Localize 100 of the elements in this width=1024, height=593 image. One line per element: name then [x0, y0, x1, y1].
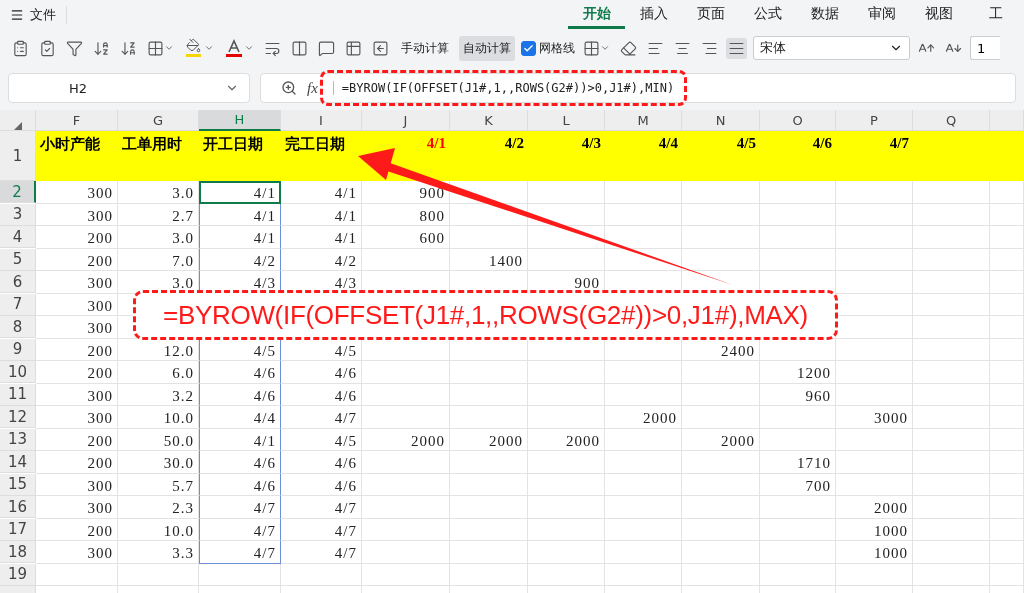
table-cell: 1000	[836, 518, 913, 541]
table-cell: 200	[36, 518, 118, 541]
header-cell: 小时产能	[36, 131, 118, 181]
ribbon-tab[interactable]: 审阅	[853, 1, 910, 29]
column-header[interactable]: N	[682, 110, 760, 131]
checkbox-box[interactable]	[521, 40, 536, 56]
table-cell: 4/2	[199, 248, 281, 271]
table-cell: 4/7	[281, 518, 362, 541]
function-label[interactable]: fx	[307, 79, 318, 97]
row-header[interactable]: 2	[0, 181, 36, 203]
table-cell: 3.0	[118, 226, 199, 249]
row-header[interactable]: 19	[0, 563, 36, 586]
table-cell: 30.0	[118, 451, 199, 474]
table-cell: 2.3	[118, 496, 199, 519]
row-header[interactable]: 11	[0, 383, 36, 406]
table-cell: 7.0	[118, 248, 199, 271]
row-header[interactable]: 4	[0, 226, 36, 248]
table-cell: 2000	[362, 428, 450, 451]
column-header[interactable]: G	[118, 110, 199, 131]
table-cell: 4/1	[199, 203, 281, 226]
table-cell: 3000	[836, 406, 913, 429]
justify-icon[interactable]	[726, 37, 747, 59]
calculation-button[interactable]: 手动计算	[397, 35, 453, 61]
table-cell: 300	[36, 181, 118, 204]
grid-cell	[990, 383, 1024, 406]
table-cell: 2000	[528, 428, 605, 451]
column-header[interactable]: P	[836, 110, 913, 131]
ribbon-tab[interactable]: 开始	[568, 1, 625, 29]
ribbon-tab[interactable]: 页面	[682, 1, 739, 29]
table-cell: 3.0	[118, 181, 199, 204]
column-header[interactable]: M	[605, 110, 682, 131]
grid-cell	[990, 451, 1024, 474]
table-cell: 10.0	[118, 406, 199, 429]
column-header[interactable]: O	[760, 110, 836, 131]
row-header[interactable]: 8	[0, 316, 36, 338]
grid-cell	[990, 428, 1024, 451]
row-header[interactable]: 7	[0, 293, 36, 316]
zoom-icon[interactable]	[281, 80, 297, 96]
table-cell: 300	[36, 316, 118, 339]
table-cell: 4/1	[199, 428, 281, 451]
column-header[interactable]: L	[528, 110, 605, 131]
table-cell: 4/6	[281, 473, 362, 496]
grid-cell	[990, 563, 1024, 586]
table-cell: 2000	[836, 496, 913, 519]
table-cell: 800	[362, 203, 450, 226]
file-menu[interactable]: 文件	[10, 6, 67, 24]
grid-cell	[990, 293, 1024, 316]
grid-cell	[990, 248, 1024, 271]
select-all-corner[interactable]	[0, 110, 36, 131]
column-header[interactable]: J	[362, 110, 450, 131]
ribbon-tab[interactable]: 数据	[796, 1, 853, 29]
table-cell: 4/7	[281, 541, 362, 564]
table-cell: 4/6	[281, 383, 362, 406]
grid-cell	[990, 518, 1024, 541]
column-header[interactable]: I	[281, 110, 362, 131]
ribbon-tab[interactable]: 公式	[739, 1, 796, 29]
row-header[interactable]: 15	[0, 473, 36, 496]
table-cell: 4/7	[199, 496, 281, 519]
calculation-button[interactable]: 自动计算	[459, 35, 515, 61]
row-header[interactable]: 17	[0, 518, 36, 541]
column-header[interactable]: K	[450, 110, 528, 131]
table-cell: 4/6	[281, 361, 362, 384]
header-cell: 开工日期	[199, 131, 281, 181]
font-dropdown[interactable]: 宋体	[753, 36, 910, 60]
row-header[interactable]: 18	[0, 541, 36, 563]
row-header[interactable]: 10	[0, 361, 36, 383]
font-size-field[interactable]: 1	[970, 36, 1000, 60]
gridlines-checkbox[interactable]: 网格线	[521, 39, 575, 57]
table-cell: 3.2	[118, 383, 199, 406]
ribbon-tab[interactable]: 工	[967, 1, 1024, 29]
table-cell: 4/7	[199, 541, 281, 564]
name-box[interactable]: H2	[8, 73, 250, 103]
formula-field[interactable]: fx =BYROW(IF(OFFSET(J1#,1,,ROWS(G2#))>0,J1#),MIN)	[260, 73, 1016, 103]
row-header[interactable]: 1	[0, 131, 36, 181]
column-header[interactable]: H	[199, 110, 281, 131]
header-cell: 工单用时	[118, 131, 199, 181]
row-header[interactable]: 14	[0, 451, 36, 473]
header-cell: 4/7	[836, 131, 913, 181]
table-cell: 5.7	[118, 473, 199, 496]
column-header[interactable]: F	[36, 110, 118, 131]
row-header[interactable]: 9	[0, 338, 36, 361]
row-header[interactable]: 5	[0, 248, 36, 271]
table-cell: 4/7	[281, 496, 362, 519]
row-header[interactable]: 3	[0, 203, 36, 226]
header-cell: 4/3	[528, 131, 605, 181]
ribbon-tab[interactable]: 视图	[910, 1, 967, 29]
ribbon-tab[interactable]: 插入	[625, 1, 682, 29]
table-cell: 4/6	[199, 361, 281, 384]
table-cell: 300	[36, 203, 118, 226]
row-header[interactable]: 12	[0, 406, 36, 428]
table-cell: 300	[36, 271, 118, 294]
row-header[interactable]: 13	[0, 428, 36, 451]
table-cell: 4/1	[199, 226, 281, 249]
triangle-icon	[13, 122, 22, 130]
row-header[interactable]: 6	[0, 271, 36, 293]
row-header[interactable]: 16	[0, 496, 36, 518]
table-cell: 1400	[450, 248, 528, 271]
column-header[interactable]: Q	[913, 110, 990, 131]
grid-cell	[990, 271, 1024, 294]
table-cell: 200	[36, 248, 118, 271]
